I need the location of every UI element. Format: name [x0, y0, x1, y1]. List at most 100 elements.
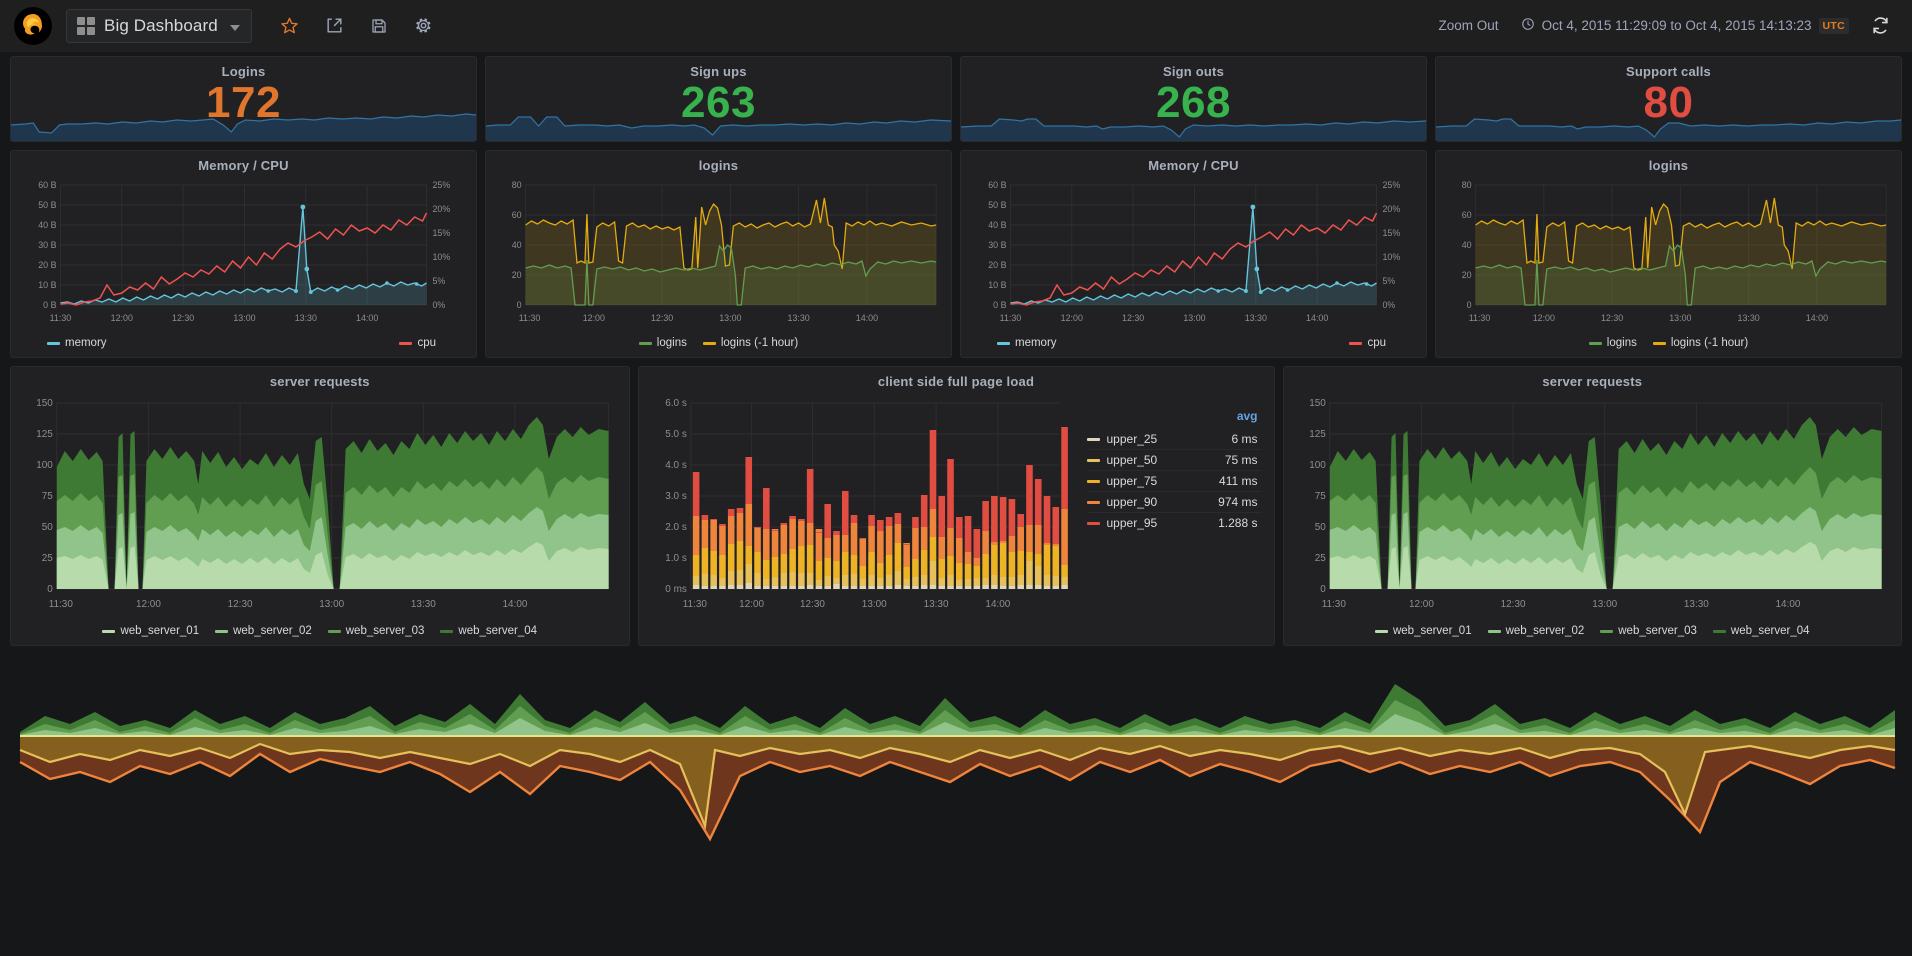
zoom-out-button[interactable]: Zoom Out [1439, 18, 1499, 33]
legend-row-upper-50[interactable]: upper_50 75 ms [1087, 450, 1262, 471]
svg-text:125: 125 [36, 429, 53, 440]
panel-client-side-full-page-load[interactable]: client side full page load 6.0 s5.0 s [638, 366, 1275, 646]
legend-item-cpu[interactable]: cpu [399, 337, 436, 349]
svg-text:20 B: 20 B [988, 260, 1006, 270]
legend-swatch [102, 630, 115, 633]
legend-row-upper-90[interactable]: upper_90 974 ms [1087, 492, 1262, 513]
svg-text:13:30: 13:30 [788, 313, 810, 323]
grafana-logo-icon[interactable] [14, 7, 52, 45]
svg-text:6.0 s: 6.0 s [665, 398, 687, 409]
dashboard-picker[interactable]: Big Dashboard [66, 9, 252, 43]
legend-label: web_server_03 [346, 625, 425, 637]
panel-memory-cpu-right[interactable]: Memory / CPU 60 B50 B 4 [960, 150, 1427, 358]
legend-label: memory [65, 337, 107, 349]
svg-text:150: 150 [36, 398, 53, 409]
graph-canvas[interactable]: 150125 10075 50250 11:3012:00 12:3013:00… [1284, 389, 1902, 621]
legend-label: cpu [417, 337, 436, 349]
legend-item-web-server-02[interactable]: web_server_02 [215, 625, 312, 637]
legend-item-logins-prev[interactable]: logins (-1 hour) [703, 337, 798, 349]
legend-item-logins-prev[interactable]: logins (-1 hour) [1653, 337, 1748, 349]
svg-text:0 B: 0 B [993, 300, 1006, 310]
panel-server-requests-left[interactable]: server requests 150125 [10, 366, 630, 646]
legend-label: web_server_02 [1506, 625, 1585, 637]
svg-text:12:00: 12:00 [136, 599, 161, 610]
legend-item-web-server-04[interactable]: web_server_04 [1713, 625, 1810, 637]
legend-item-web-server-04[interactable]: web_server_04 [440, 625, 537, 637]
legend-series-name: upper_95 [1107, 516, 1219, 530]
legend-item-web-server-01[interactable]: web_server_01 [102, 625, 199, 637]
svg-text:100: 100 [1309, 460, 1326, 471]
svg-text:12:00: 12:00 [111, 313, 133, 323]
time-range-picker[interactable]: Oct 4, 2015 11:29:09 to Oct 4, 2015 14:1… [1521, 17, 1849, 34]
svg-text:12:30: 12:30 [799, 599, 824, 610]
legend-item-logins[interactable]: logins [639, 337, 687, 349]
svg-text:13:00: 13:00 [1592, 599, 1617, 610]
navbar-actions [280, 16, 433, 35]
graph-canvas[interactable]: 8060 40200 11:3012:00 12:3013:00 13:3014… [486, 173, 951, 333]
legend-item-web-server-02[interactable]: web_server_02 [1488, 625, 1585, 637]
legend-item-web-server-03[interactable]: web_server_03 [328, 625, 425, 637]
chevron-down-icon[interactable] [230, 25, 240, 31]
panel-logins-right[interactable]: logins 8060 40200 [1435, 150, 1902, 358]
graph-canvas[interactable]: 150125 10075 50250 11:3012:00 12:3013:00 [11, 389, 629, 621]
legend-row-upper-95[interactable]: upper_95 1.288 s [1087, 513, 1262, 533]
panel-signups-stat[interactable]: Sign ups 263 [485, 56, 952, 142]
svg-text:10%: 10% [1382, 252, 1400, 262]
panel-wide-mixed-graph[interactable] [0, 654, 1912, 850]
top-navbar: Big Dashboard Zoom Out [0, 0, 1912, 52]
legend-swatch [1713, 630, 1726, 633]
legend-label: memory [1015, 337, 1057, 349]
legend-item-cpu[interactable]: cpu [1349, 337, 1386, 349]
legend-item-memory[interactable]: memory [997, 337, 1057, 349]
refresh-icon[interactable] [1871, 16, 1890, 35]
save-icon[interactable] [370, 17, 388, 35]
panel-title: Logins [11, 57, 476, 79]
svg-text:14:00: 14:00 [356, 313, 378, 323]
graph-canvas[interactable]: 60 B50 B 40 B30 B 20 B10 B 0 B 25%20% 15… [961, 173, 1426, 333]
legend-item-logins[interactable]: logins [1589, 337, 1637, 349]
panel-title: Memory / CPU [961, 151, 1426, 173]
legend-swatch [1087, 480, 1100, 483]
legend-item-web-server-03[interactable]: web_server_03 [1600, 625, 1697, 637]
svg-text:25: 25 [42, 553, 54, 564]
graph-canvas[interactable]: 6.0 s5.0 s 4.0 s3.0 s 2.0 s1.0 s0 ms [639, 389, 1274, 621]
legend-swatch [1653, 342, 1666, 345]
graph-canvas[interactable]: 60 B50 B 40 B30 B 20 B10 B 0 B 25%20% 15… [11, 173, 476, 333]
navbar-right: Zoom Out Oct 4, 2015 11:29:09 to Oct 4, … [1439, 16, 1898, 35]
legend-row-upper-25[interactable]: upper_25 6 ms [1087, 429, 1262, 450]
legend-swatch [47, 342, 60, 345]
panel-logins-left[interactable]: logins 8060 40200 [485, 150, 952, 358]
svg-text:20: 20 [512, 270, 522, 280]
panel-title: client side full page load [639, 367, 1274, 389]
svg-text:5%: 5% [1382, 276, 1395, 286]
share-icon[interactable] [325, 16, 344, 35]
legend-item-memory[interactable]: memory [47, 337, 107, 349]
panel-title: Memory / CPU [11, 151, 476, 173]
panel-logins-stat[interactable]: Logins 172 [10, 56, 477, 142]
panel-signouts-stat[interactable]: Sign outs 268 [960, 56, 1427, 142]
panel-memory-cpu-left[interactable]: Memory / CPU [10, 150, 477, 358]
row-graphs-2: server requests 150125 [10, 366, 1902, 646]
legend-item-web-server-01[interactable]: web_server_01 [1375, 625, 1472, 637]
svg-text:12:30: 12:30 [228, 599, 253, 610]
svg-text:5%: 5% [432, 276, 445, 286]
legend-swatch [1087, 438, 1100, 441]
clock-icon [1521, 17, 1535, 34]
graph-canvas[interactable]: 8060 40200 11:3012:00 12:3013:00 13:3014… [1436, 173, 1901, 333]
panel-title: Sign outs [961, 57, 1426, 79]
svg-text:15%: 15% [432, 228, 450, 238]
svg-text:13:00: 13:00 [1669, 313, 1691, 323]
legend-label: web_server_04 [458, 625, 537, 637]
star-icon[interactable] [280, 16, 299, 35]
legend-series-name: upper_50 [1107, 453, 1225, 467]
legend-series-avg: 974 ms [1218, 495, 1257, 509]
legend-row-upper-75[interactable]: upper_75 411 ms [1087, 471, 1262, 492]
panel-support-calls-stat[interactable]: Support calls 80 [1435, 56, 1902, 142]
svg-text:12:30: 12:30 [172, 313, 194, 323]
svg-text:20 B: 20 B [38, 260, 56, 270]
legend-series-avg: 1.288 s [1218, 516, 1257, 530]
gear-icon[interactable] [414, 16, 433, 35]
svg-text:25%: 25% [1382, 180, 1400, 190]
timezone-badge: UTC [1819, 18, 1849, 34]
panel-server-requests-right[interactable]: server requests 150125 [1283, 366, 1903, 646]
